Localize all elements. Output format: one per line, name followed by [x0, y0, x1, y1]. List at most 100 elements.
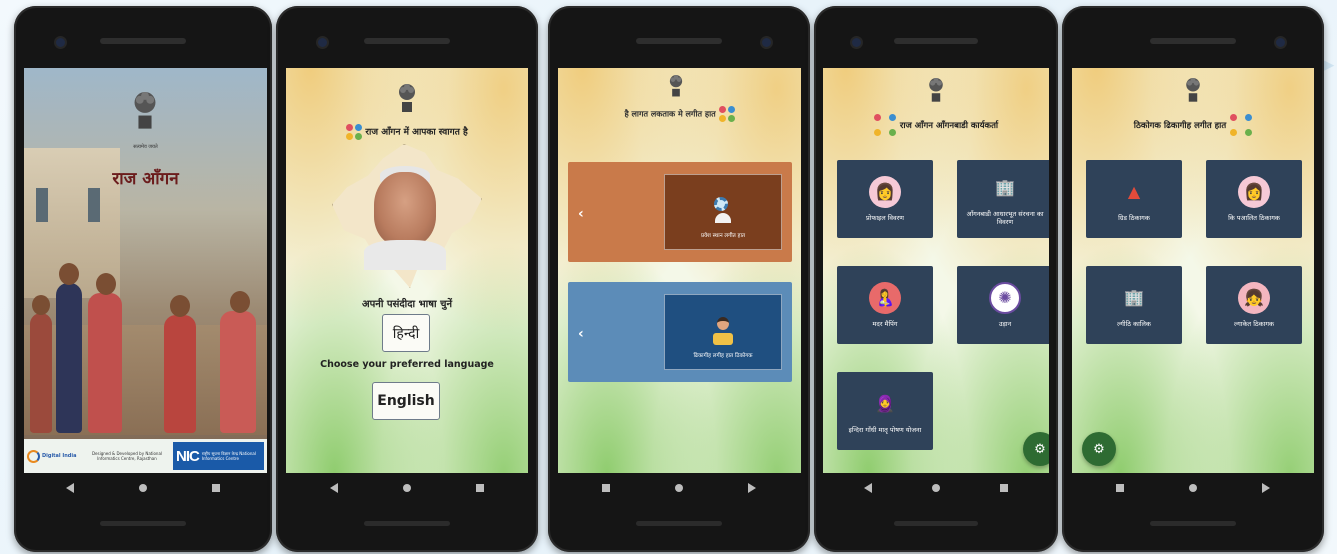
network-logo-icon	[1230, 114, 1253, 136]
chevron-left-icon: ‹	[578, 206, 584, 222]
earpiece	[1150, 38, 1236, 44]
girl-icon: 👧	[1238, 282, 1270, 314]
role-card-1-panel: प्रवेश स्थान लगीत हात	[664, 174, 782, 250]
child-figure	[220, 311, 256, 433]
splash-screen: सत्यमेव जयते राज आँगन Digital India Desi…	[24, 68, 267, 473]
digital-india-text: Digital India	[42, 453, 77, 459]
nic-logo-text: NIC	[176, 447, 200, 465]
window	[88, 188, 100, 222]
supervisor-menu-screen: ठिकोगक ढिकागीह लगीत हात ▲ ग्रिड ठिकागक 👩…	[1072, 68, 1314, 473]
mother-icon: 🤱	[869, 282, 901, 314]
choose-language-hindi: अपनी पसंदीदा भाषा चुनें	[361, 299, 453, 310]
android-nav-bar	[834, 480, 1038, 496]
tile-infrastructure[interactable]: 🏢 आँगनबाडी आधारभूत संरचना का विवरण	[957, 160, 1049, 238]
settings-gear-icon[interactable]: ⚙	[1023, 432, 1049, 466]
nic-logo-subtext: राष्ट्रीय सूचना विज्ञान केन्द्र National…	[201, 451, 256, 461]
header-text: ठिकोगक ढिकागीह लगीत हात	[1133, 120, 1227, 131]
child-figure	[164, 315, 196, 433]
android-nav-bar	[298, 480, 516, 496]
app-title: राज आँगन	[112, 169, 179, 189]
network-logo-icon	[718, 106, 735, 122]
tile-grid[interactable]: ▲ ग्रिड ठिकागक	[1086, 160, 1182, 238]
child-head	[59, 263, 79, 285]
recents-nav-icon[interactable]	[475, 484, 484, 492]
state-emblem-icon	[1182, 74, 1204, 104]
phone-language: राज आँगन में आपका स्वागत है अपनी पसंदीदा…	[276, 6, 538, 552]
android-nav-bar	[1084, 480, 1302, 496]
developer-credit: Designed & Developed by National Informa…	[91, 451, 163, 461]
window	[36, 188, 48, 222]
choose-language-english: Choose your preferred language	[320, 359, 494, 370]
bottom-speaker	[100, 521, 186, 526]
android-nav-bar	[570, 480, 788, 496]
earpiece	[894, 38, 978, 44]
worker-menu-screen: राज आँगन आँगनबाडी कार्यकर्ता 👩 प्रोफाइल …	[823, 68, 1049, 473]
front-camera	[318, 38, 327, 47]
header-text: है लागत लकताक मे लगीत हात	[624, 109, 716, 119]
tile-profile[interactable]: 👩 प्रोफाइल विवरण	[837, 160, 933, 238]
front-camera	[852, 38, 861, 47]
child-head	[170, 295, 190, 317]
recents-nav-icon[interactable]	[602, 484, 611, 492]
back-nav-icon[interactable]	[1261, 483, 1270, 493]
back-nav-icon[interactable]	[864, 483, 872, 493]
child-figure	[30, 313, 52, 433]
bottom-speaker	[364, 521, 450, 526]
english-button[interactable]: English	[372, 382, 440, 420]
home-nav-icon[interactable]	[932, 484, 940, 492]
nic-logo: NIC राष्ट्रीय सूचना विज्ञान केन्द्र Natio…	[173, 442, 264, 470]
screen-header: राज आँगन आँगनबाडी कार्यकर्ता	[823, 114, 1049, 136]
header-text: राज आँगन आँगनबाडी कार्यकर्ता	[899, 120, 999, 131]
building-icon: 🏢	[995, 178, 1015, 197]
home-nav-icon[interactable]	[674, 484, 683, 492]
tile-label: प्रोफाइल विवरण	[865, 214, 904, 222]
role-card-2[interactable]: ‹ ढिकागीह लगीह हात ठिकोगक	[568, 282, 792, 382]
home-nav-icon[interactable]	[402, 484, 411, 492]
recents-nav-icon[interactable]	[1116, 484, 1125, 492]
tile-label: उड़ान	[998, 320, 1012, 328]
screen-header: ठिकोगक ढिकागीह लगीत हात	[1072, 114, 1314, 136]
udaan-icon: ✺	[989, 282, 1021, 314]
child-head	[96, 273, 116, 295]
screen-header: है लागत लकताक मे लगीत हात	[558, 106, 801, 122]
profile-icon: 👩	[869, 176, 901, 208]
tile-udaan[interactable]: ✺ उड़ान	[957, 266, 1049, 344]
tile-label: इन्दिरा गाँधी मातृ पोषण योजना	[848, 426, 922, 434]
hindi-button[interactable]: हिन्दी	[382, 314, 430, 352]
recents-nav-icon[interactable]	[1000, 484, 1008, 492]
language-screen: राज आँगन में आपका स्वागत है अपनी पसंदीदा…	[286, 68, 528, 473]
tile-igmpy[interactable]: 🧕 इन्दिरा गाँधी मातृ पोषण योजना	[837, 372, 933, 450]
front-camera	[762, 38, 771, 47]
tile-label: आँगनबाडी आधारभूत संरचना का विवरण	[966, 210, 1044, 226]
tile-building[interactable]: 🏢 ल्गीठि कालिक	[1086, 266, 1182, 344]
tile-mother-mapping[interactable]: 🤱 मदर मैपिंग	[837, 266, 933, 344]
bottom-speaker	[636, 521, 722, 526]
settings-gear-icon[interactable]: ⚙	[1082, 432, 1116, 466]
phone-supervisor-menu: ठिकोगक ढिकागीह लगीत हात ▲ ग्रिड ठिकागक 👩…	[1062, 6, 1324, 552]
role-card-2-panel: ढिकागीह लगीह हात ठिकोगक	[664, 294, 782, 370]
earpiece	[100, 38, 186, 44]
back-nav-icon[interactable]	[330, 483, 339, 493]
tile-profile[interactable]: 👩 कि पआलित ठिकागक	[1206, 160, 1302, 238]
home-nav-icon[interactable]	[138, 484, 147, 492]
phone-splash: सत्यमेव जयते राज आँगन Digital India Desi…	[14, 6, 272, 552]
profile-icon: 👩	[1238, 176, 1270, 208]
android-nav-bar	[34, 480, 252, 496]
back-nav-icon[interactable]	[66, 483, 75, 493]
recents-nav-icon[interactable]	[211, 484, 220, 492]
child-head	[32, 295, 50, 315]
back-nav-icon[interactable]	[747, 483, 756, 493]
earpiece	[364, 38, 450, 44]
state-emblem-icon	[128, 86, 162, 132]
tile-girl[interactable]: 👧 ल्गाकेत ठिकागक	[1206, 266, 1302, 344]
state-emblem-icon	[666, 72, 686, 98]
role-card-1[interactable]: ‹ प्रवेश स्थान लगीत हात	[568, 162, 792, 262]
tile-label: ल्गीठि कालिक	[1117, 320, 1151, 328]
chevron-left-icon: ‹	[578, 326, 584, 342]
bottom-speaker	[1150, 521, 1236, 526]
network-logo-icon	[346, 124, 363, 140]
gear-person-icon	[711, 197, 735, 223]
state-emblem-icon	[394, 80, 420, 114]
child-figure	[56, 283, 82, 433]
home-nav-icon[interactable]	[1188, 484, 1197, 492]
